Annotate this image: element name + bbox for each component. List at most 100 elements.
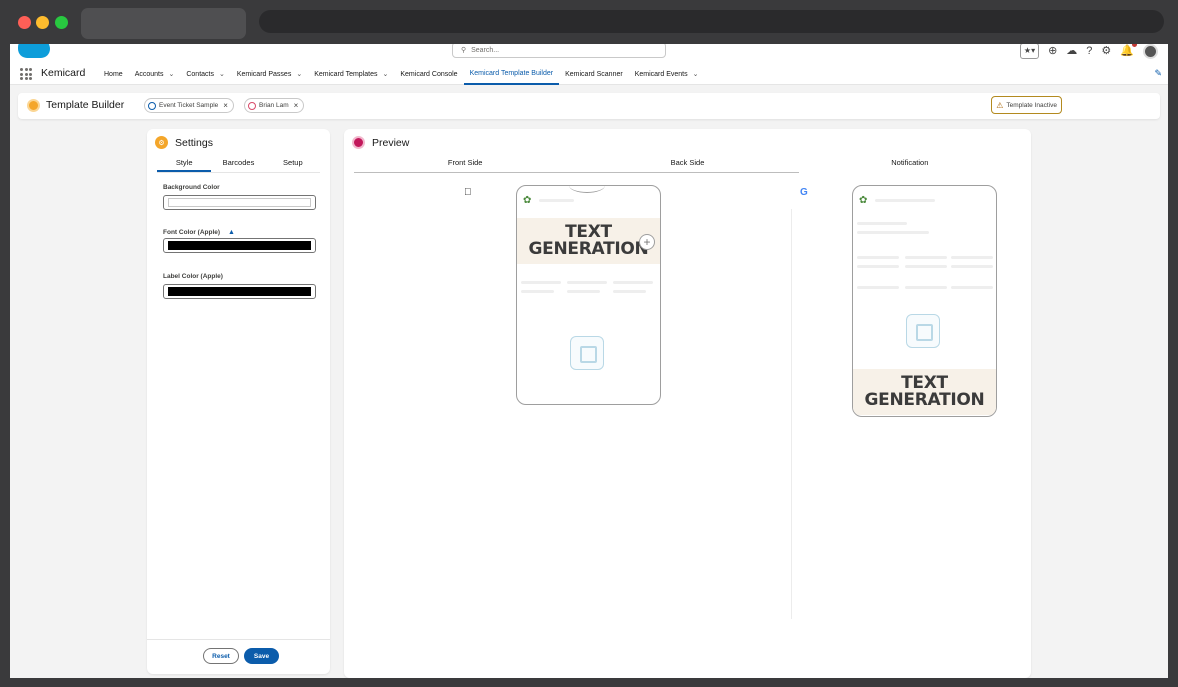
add-icon[interactable]: ⊕	[1048, 44, 1057, 58]
tab-barcodes[interactable]: Barcodes	[211, 156, 265, 172]
global-search-input[interactable]: ⚲ Search...	[452, 44, 666, 58]
browser-tab[interactable]	[81, 8, 246, 39]
placeholder-line	[857, 222, 907, 225]
remove-icon[interactable]: ×	[223, 101, 228, 110]
leaf-logo-icon: ✿	[859, 195, 868, 206]
nav-item-label: Kemicard Scanner	[565, 70, 623, 78]
preview-divider	[791, 209, 792, 619]
template-icon	[148, 101, 156, 110]
label-color-swatch	[168, 287, 311, 296]
tab-back-side[interactable]: Back Side	[576, 156, 799, 173]
minimize-window-button[interactable]	[36, 16, 49, 29]
preview-icon	[352, 136, 365, 149]
preview-panel: Preview Front Side Back Side Notificatio…	[344, 129, 1031, 678]
background-color-label: Background Color	[163, 184, 220, 191]
font-color-field[interactable]	[163, 238, 316, 253]
nav-item-label: Kemicard Console	[400, 70, 458, 78]
settings-title: Settings	[175, 136, 213, 149]
nav-item-kemicard-templates[interactable]: Kemicard Templates ⌄	[308, 63, 394, 85]
window-frame-bottom	[0, 678, 1178, 687]
save-button[interactable]: Save	[244, 648, 279, 664]
nav-item-kemicard-events[interactable]: Kemicard Events ⌄	[629, 63, 705, 85]
font-color-swatch	[168, 241, 311, 250]
preview-title: Preview	[372, 136, 410, 149]
placeholder-line	[613, 290, 646, 293]
nav-item-home[interactable]: Home	[98, 63, 129, 85]
placeholder-line	[567, 281, 607, 284]
placeholder-line	[905, 265, 947, 268]
qr-code-icon	[570, 336, 604, 370]
pill-label: Brian Lam	[259, 102, 289, 109]
notification-bell-icon[interactable]: 🔔	[1120, 44, 1137, 58]
app-name: Kemicard	[41, 67, 86, 79]
placeholder-line	[951, 286, 993, 289]
placeholder-line	[905, 286, 947, 289]
preview-title-row: Preview	[352, 136, 409, 149]
help-icon[interactable]: ?	[1086, 44, 1092, 58]
tab-setup[interactable]: Setup	[266, 156, 320, 172]
placeholder-line	[857, 256, 899, 259]
nav-item-label: Kemicard Templates	[314, 70, 378, 78]
placeholder-line	[521, 290, 554, 293]
apple-icon: 	[464, 187, 472, 198]
font-color-label-text: Font Color (Apple)	[163, 229, 221, 236]
preview-tabs: Front Side Back Side Notification	[354, 156, 1021, 173]
settings-tabs: Style Barcodes Setup	[157, 156, 320, 173]
label-color-field[interactable]	[163, 284, 316, 299]
label-color-label: Label Color (Apple)	[163, 273, 223, 280]
background-color-field[interactable]	[163, 195, 316, 210]
close-window-button[interactable]	[18, 16, 31, 29]
background-color-swatch	[168, 198, 311, 207]
nav-item-kemicard-passes[interactable]: Kemicard Passes ⌄	[231, 63, 308, 85]
warning-icon[interactable]: ▲	[228, 229, 235, 236]
remove-icon[interactable]: ×	[294, 101, 299, 110]
chevron-down-icon[interactable]: ⌄	[296, 70, 302, 78]
chevron-down-icon[interactable]: ⌄	[219, 70, 225, 78]
app-launcher-icon[interactable]	[20, 68, 32, 80]
salesforce-logo[interactable]	[18, 44, 50, 58]
chevron-down-icon[interactable]: ⌄	[693, 70, 699, 78]
nav-item-label: Accounts	[134, 70, 164, 78]
page-title: Template Builder	[46, 99, 125, 111]
nav-item-kemicard-template-builder[interactable]: Kemicard Template Builder	[463, 63, 560, 85]
qr-code-icon	[906, 314, 940, 348]
placeholder-line	[951, 265, 993, 268]
nav-item-kemicard-scanner[interactable]: Kemicard Scanner	[559, 63, 629, 85]
google-icon: G	[800, 187, 808, 198]
gear-icon[interactable]: ⚙	[1101, 44, 1111, 58]
tab-style[interactable]: Style	[157, 156, 212, 172]
google-hero-image: TEXT GENERATION	[853, 369, 996, 415]
chevron-down-icon[interactable]: ⌄	[168, 70, 174, 78]
browser-chrome	[0, 0, 1178, 44]
tab-notification[interactable]: Notification	[799, 156, 1021, 173]
address-bar[interactable]	[259, 10, 1164, 33]
placeholder-line	[857, 231, 929, 234]
avatar[interactable]	[1143, 44, 1158, 59]
favorites-star-icon[interactable]: ★▾	[1019, 44, 1040, 59]
app-navigation-bar: Kemicard Home Accounts ⌄ Contacts ⌄ Kemicard …	[10, 63, 1168, 85]
pass-notch	[569, 186, 605, 193]
settings-icon: ⚙	[155, 136, 168, 149]
reset-button[interactable]: Reset	[203, 648, 239, 664]
nav-item-accounts[interactable]: Accounts ⌄	[129, 63, 181, 85]
nav-item-kemicard-console[interactable]: Kemicard Console	[394, 63, 463, 85]
maximize-window-button[interactable]	[55, 16, 68, 29]
event-ticket-sample-pill[interactable]: Event Ticket Sample ×	[144, 98, 234, 113]
placeholder-line	[905, 256, 947, 259]
nav-item-label: Contacts	[186, 70, 214, 78]
placeholder-line	[951, 256, 993, 259]
placeholder-line	[875, 199, 935, 202]
brian-lam-pill[interactable]: Brian Lam ×	[244, 98, 305, 113]
nav-item-contacts[interactable]: Contacts ⌄	[180, 63, 231, 85]
nav-items: Home Accounts ⌄ Contacts ⌄ Kemicard Passes ⌄ Ke…	[98, 63, 705, 85]
placeholder-line	[857, 265, 899, 268]
placeholder-line	[539, 199, 574, 202]
add-image-icon[interactable]: +	[639, 234, 655, 250]
trailhead-icon[interactable]: ☁	[1066, 44, 1077, 58]
chevron-down-icon[interactable]: ⌄	[383, 70, 389, 78]
nav-item-label: Kemicard Template Builder	[469, 69, 554, 77]
placeholder-line	[857, 286, 899, 289]
edit-nav-icon[interactable]: ✎	[1154, 68, 1162, 79]
settings-title-row: ⚙ Settings	[155, 136, 213, 149]
tab-front-side[interactable]: Front Side	[354, 156, 577, 173]
